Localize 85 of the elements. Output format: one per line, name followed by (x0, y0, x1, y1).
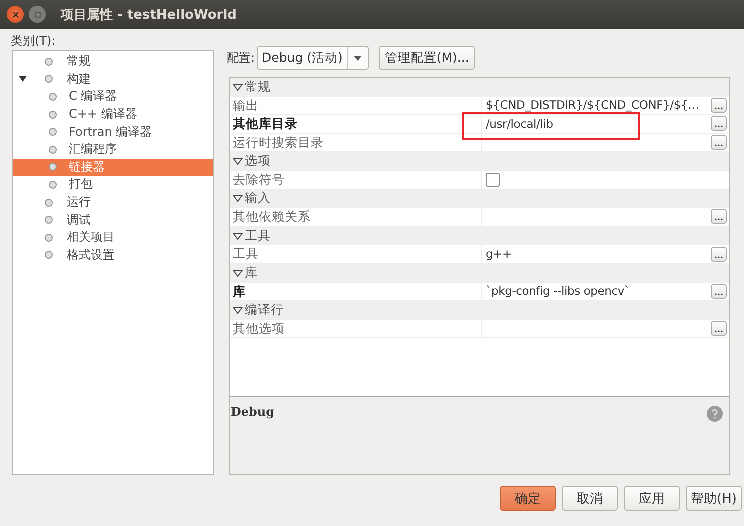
configuration-dropdown[interactable]: Debug (活动) (257, 46, 369, 70)
manage-configurations-button[interactable]: 管理配置(M)... (378, 46, 476, 70)
minimize-button[interactable] (29, 6, 46, 23)
browse-button[interactable] (711, 116, 727, 132)
property-value[interactable]: g++ (486, 247, 512, 262)
window-title: 项目属性 - testHelloWorld (61, 6, 237, 24)
tree-item[interactable]: 格式设置 (13, 246, 213, 264)
ellipsis-icon (715, 125, 723, 128)
property-name: 其他库目录 (230, 115, 482, 133)
collapse-triangle-icon[interactable] (233, 270, 243, 277)
property-name: 去除符号 (230, 170, 482, 189)
ellipsis-icon (715, 292, 723, 296)
property-name: 其他选项 (230, 320, 482, 338)
tree-item[interactable]: 打包 (13, 176, 213, 194)
browse-button[interactable] (711, 98, 727, 113)
category-label: 类别(T): (11, 33, 57, 50)
section-header[interactable]: 编译行 (230, 301, 729, 320)
browse-button[interactable] (711, 321, 727, 336)
ellipsis-icon (715, 256, 723, 259)
ellipsis-icon (715, 106, 723, 110)
section-header[interactable]: 库 (230, 264, 729, 283)
tree-item[interactable]: 汇编程序 (13, 140, 213, 159)
ellipsis-icon (715, 218, 723, 222)
property-name: 运行时搜索目录 (230, 134, 482, 152)
section-title: 输入 (245, 190, 271, 208)
section-title: 库 (245, 264, 258, 282)
configuration-label: 配置: (227, 50, 256, 66)
dialog-button[interactable]: 取消 (562, 486, 618, 511)
checkbox[interactable] (486, 172, 500, 187)
bullet-icon (45, 58, 53, 66)
bullet-icon (49, 128, 57, 136)
bullet-icon (49, 180, 57, 189)
tree-item[interactable]: 常规 (13, 53, 213, 71)
tree-item[interactable]: 调试 (13, 211, 213, 229)
bullet-icon (49, 110, 57, 119)
section-title: 编译行 (245, 302, 284, 319)
bullet-icon (45, 216, 53, 224)
close-icon (12, 10, 20, 18)
browse-button[interactable] (711, 135, 727, 150)
collapse-triangle-icon[interactable] (233, 84, 243, 91)
tree-item[interactable]: C 编译器 (13, 88, 213, 106)
property-name: 库 (230, 282, 482, 300)
dropdown-arrow-icon (354, 56, 362, 60)
tree-item[interactable]: C++ 编译器 (13, 106, 213, 124)
property-name: 输出 (230, 96, 482, 114)
expander-icon[interactable] (19, 75, 27, 84)
property-value[interactable]: `pkg-config --libs opencv` (486, 284, 630, 298)
tree-item[interactable]: Fortran 编译器 (13, 123, 213, 141)
section-header[interactable]: 常规 (230, 78, 729, 97)
property-value[interactable]: ${CND_DISTDIR}/${CND_CONF}/${… (486, 98, 700, 112)
section-header[interactable]: 输入 (230, 190, 729, 208)
tree-item[interactable]: 运行 (13, 194, 213, 212)
collapse-triangle-icon[interactable] (233, 306, 243, 314)
bullet-icon (49, 163, 57, 172)
property-name: 工具 (230, 245, 482, 263)
browse-button[interactable] (711, 246, 727, 262)
tree-item[interactable]: 相关项目 (13, 228, 213, 247)
maximize-icon (34, 10, 42, 18)
dialog-button[interactable]: 应用 (624, 486, 680, 511)
property-value[interactable]: /usr/local/lib (486, 116, 554, 131)
bullet-icon (45, 234, 53, 242)
section-title: 工具 (245, 228, 271, 245)
ellipsis-icon (715, 144, 723, 148)
property-name: 其他依赖关系 (230, 208, 482, 226)
help-icon[interactable] (707, 406, 723, 422)
bullet-icon (45, 251, 53, 260)
section-header[interactable]: 工具 (230, 226, 729, 246)
section-title: 选项 (245, 153, 271, 170)
browse-button[interactable] (711, 284, 727, 299)
collapse-triangle-icon[interactable] (233, 195, 243, 202)
tree-item[interactable]: 构建 (13, 70, 213, 88)
ellipsis-icon (715, 330, 723, 334)
section-title: 常规 (245, 78, 271, 96)
browse-button[interactable] (711, 209, 727, 224)
dialog-button[interactable]: 帮助(H) (686, 486, 742, 511)
bullet-icon (45, 75, 53, 84)
collapse-triangle-icon[interactable] (233, 158, 243, 166)
bullet-icon (45, 198, 53, 207)
close-button[interactable] (7, 6, 24, 23)
collapse-triangle-icon[interactable] (233, 232, 243, 240)
bullet-icon (49, 92, 57, 101)
section-header[interactable]: 选项 (230, 152, 729, 171)
description-text: Debug (231, 405, 275, 419)
bullet-icon (49, 146, 57, 154)
dialog-button[interactable]: 确定 (500, 486, 556, 511)
